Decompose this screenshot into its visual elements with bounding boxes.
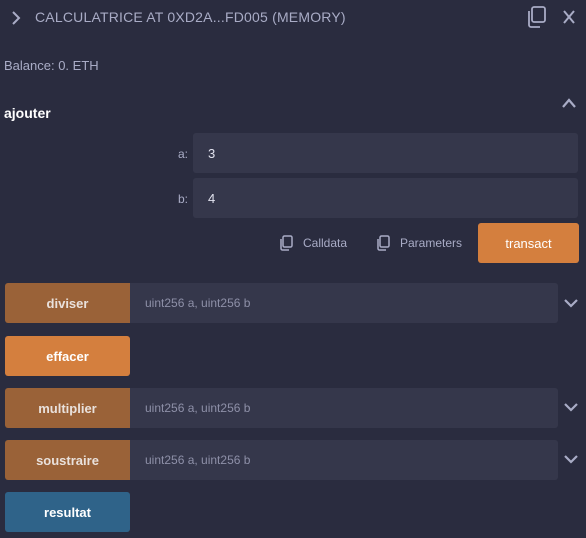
chevron-up-icon[interactable] (561, 96, 577, 110)
arg-label-a: a: (178, 147, 189, 161)
multiplier-button[interactable]: multiplier (5, 388, 130, 428)
deployed-contract-panel: CALCULATRICE AT 0XD2A...FD005 (MEMORY) B… (0, 0, 586, 538)
parameters-copy-link[interactable]: Parameters (376, 235, 472, 251)
diviser-params-input[interactable] (130, 283, 558, 323)
chevron-down-icon[interactable] (563, 453, 579, 465)
copy-icon (377, 235, 390, 251)
soustraire-button[interactable]: soustraire (5, 440, 130, 480)
arg-input-a[interactable] (193, 133, 578, 173)
transact-button[interactable]: transact (478, 223, 579, 263)
soustraire-params-input[interactable] (130, 440, 558, 480)
calldata-label: Calldata (303, 236, 348, 250)
contract-header[interactable]: CALCULATRICE AT 0XD2A...FD005 (MEMORY) (0, 0, 586, 36)
copy-icon (280, 235, 293, 251)
arg-label-b: b: (178, 192, 189, 206)
close-icon[interactable] (562, 9, 576, 25)
function-title-ajouter: ajouter (4, 105, 51, 121)
parameters-label: Parameters (400, 236, 463, 250)
arg-input-b[interactable] (193, 178, 578, 218)
contract-title: CALCULATRICE AT 0XD2A...FD005 (MEMORY) (35, 9, 346, 25)
chevron-down-icon[interactable] (563, 401, 579, 413)
chevron-down-icon[interactable] (563, 297, 579, 309)
calldata-copy-link[interactable]: Calldata (279, 235, 359, 251)
chevron-right-icon[interactable] (8, 10, 24, 26)
copy-icon[interactable] (526, 6, 546, 28)
resultat-button[interactable]: resultat (5, 492, 130, 532)
multiplier-params-input[interactable] (130, 388, 558, 428)
diviser-button[interactable]: diviser (5, 283, 130, 323)
effacer-button[interactable]: effacer (5, 336, 130, 376)
balance-text: Balance: 0. ETH (4, 58, 99, 73)
